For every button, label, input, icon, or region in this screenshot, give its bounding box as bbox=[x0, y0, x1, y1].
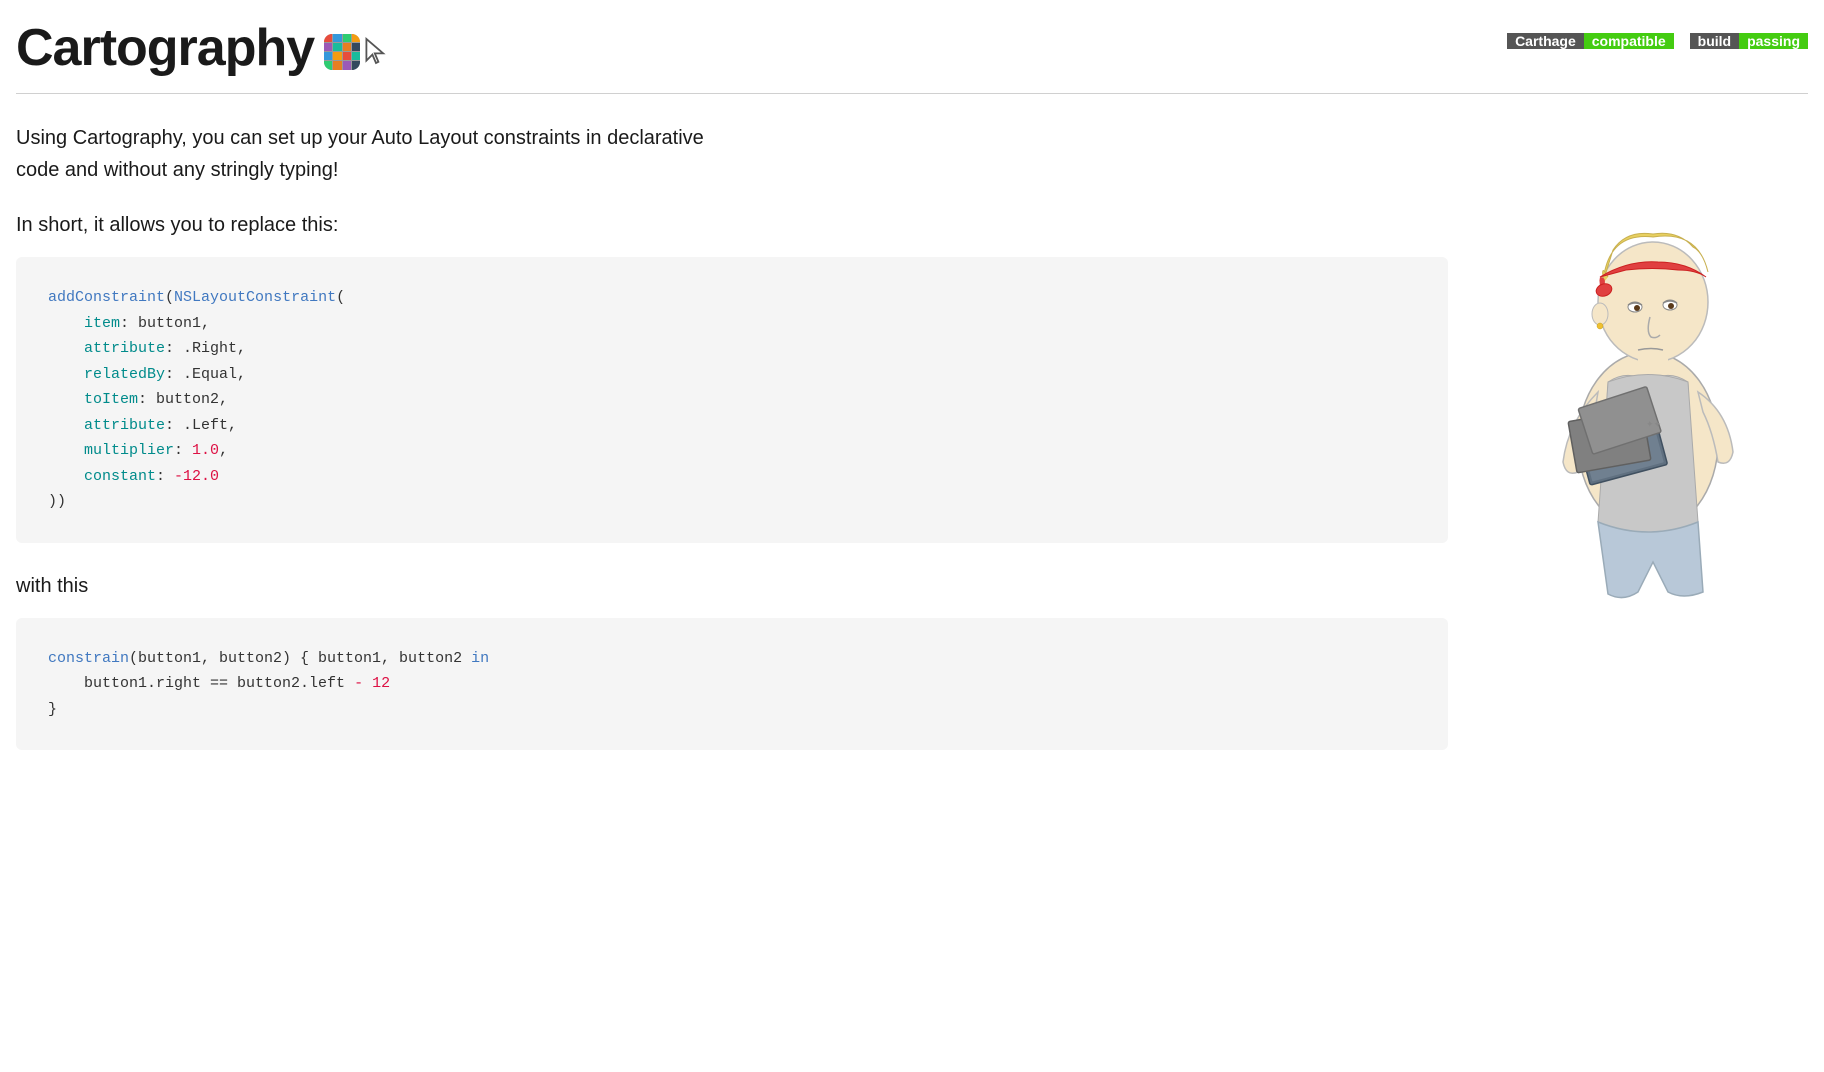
carthage-badge: Carthage compatible bbox=[1507, 28, 1674, 54]
icon-cell bbox=[333, 34, 341, 42]
icon-cell bbox=[352, 52, 360, 60]
icon-cell bbox=[343, 52, 351, 60]
with-this-label: with this bbox=[16, 575, 1448, 598]
code-param: attribute bbox=[84, 340, 165, 357]
icon-cell bbox=[352, 34, 360, 42]
icon-cell bbox=[333, 43, 341, 51]
icon-cell bbox=[324, 43, 332, 51]
code-param: multiplier bbox=[84, 442, 174, 459]
code-param: toItem bbox=[84, 391, 138, 408]
character-illustration: ✦✦ bbox=[1508, 122, 1788, 602]
code-keyword: constrain bbox=[48, 650, 129, 667]
icon-cell bbox=[352, 43, 360, 51]
icon-cell bbox=[324, 34, 332, 42]
code-value: 1.0 bbox=[192, 442, 219, 459]
page-title: Cartography bbox=[16, 20, 314, 77]
code-value: -12.0 bbox=[174, 468, 219, 485]
title-icons bbox=[324, 34, 388, 70]
code-section: Using Cartography, you can set up your A… bbox=[16, 122, 1448, 782]
app-icon bbox=[324, 34, 360, 70]
build-badge-left: build bbox=[1690, 33, 1739, 49]
header: Cartography bbox=[16, 20, 1808, 94]
code-keyword: NSLayoutConstraint bbox=[174, 289, 336, 306]
cursor-icon bbox=[364, 36, 388, 66]
code-param: constant bbox=[84, 468, 156, 485]
icon-cell bbox=[343, 61, 351, 69]
svg-text:✦✦: ✦✦ bbox=[1646, 419, 1662, 429]
code-keyword: in bbox=[471, 650, 489, 667]
carthage-badge-right: compatible bbox=[1584, 33, 1674, 49]
badge-group: Carthage compatible build passing bbox=[1507, 28, 1808, 54]
icon-cell bbox=[324, 52, 332, 60]
build-badge: build passing bbox=[1690, 28, 1808, 54]
description-line2: code and without any stringly typing! bbox=[16, 159, 338, 181]
code-param: attribute bbox=[84, 417, 165, 434]
replace-intro: In short, it allows you to replace this: bbox=[16, 214, 1448, 237]
code-param: relatedBy bbox=[84, 366, 165, 383]
main-content: Using Cartography, you can set up your A… bbox=[16, 122, 1808, 782]
title-area: Cartography bbox=[16, 20, 388, 77]
icon-cell bbox=[333, 61, 341, 69]
icon-cell bbox=[333, 52, 341, 60]
carthage-badge-left: Carthage bbox=[1507, 33, 1584, 49]
icon-cell bbox=[343, 43, 351, 51]
code-param: item bbox=[84, 315, 120, 332]
code-value: - 12 bbox=[354, 675, 390, 692]
icon-cell bbox=[343, 34, 351, 42]
icon-cell bbox=[324, 61, 332, 69]
code-block-1: addConstraint(NSLayoutConstraint( item: … bbox=[16, 257, 1448, 543]
description: Using Cartography, you can set up your A… bbox=[16, 122, 916, 186]
code-keyword: addConstraint bbox=[48, 289, 165, 306]
description-line1: Using Cartography, you can set up your A… bbox=[16, 127, 704, 149]
code-block-2: constrain(button1, button2) { button1, b… bbox=[16, 618, 1448, 751]
illustration-area: ✦✦ bbox=[1488, 122, 1808, 602]
build-badge-right: passing bbox=[1739, 33, 1808, 49]
icon-cell bbox=[352, 61, 360, 69]
